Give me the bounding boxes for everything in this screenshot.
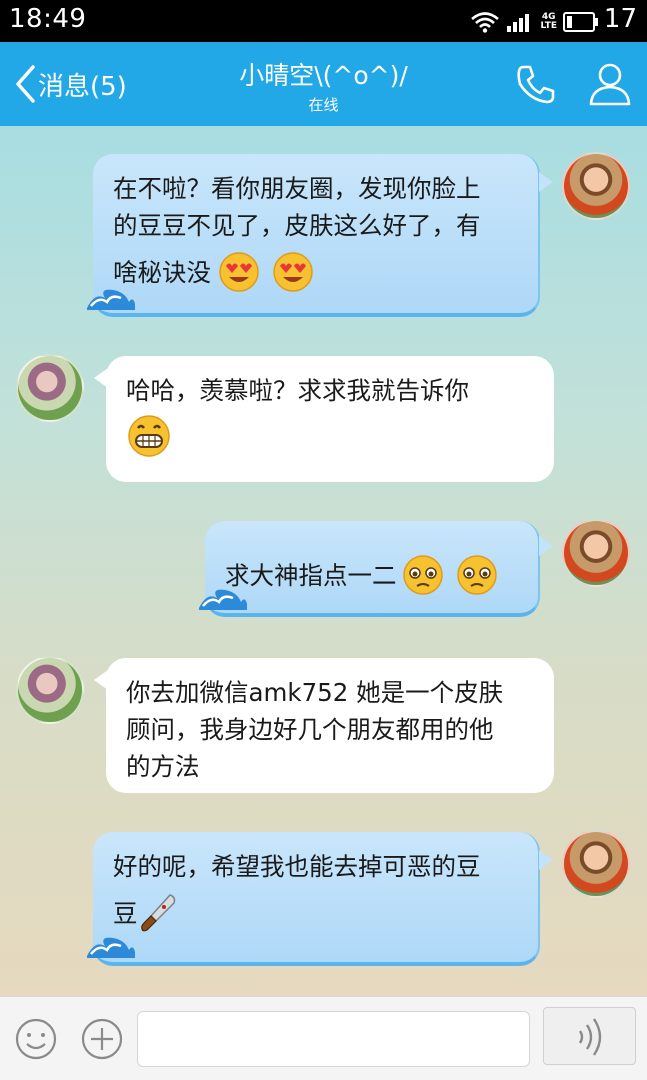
- my-avatar[interactable]: [562, 830, 630, 898]
- grin-emoji: [128, 415, 170, 457]
- chat-area[interactable]: 在不啦？看你朋友圈，发现你脸上 的豆豆不见了，皮肤这么好了，有 啥秘诀没 哈哈，…: [0, 126, 647, 996]
- bubble-tail: [539, 850, 553, 870]
- wave-decoration: [87, 289, 135, 310]
- phone-icon[interactable]: [514, 62, 558, 106]
- battery-icon: [563, 12, 598, 32]
- message-text-line: 豆: [113, 893, 520, 933]
- my-avatar[interactable]: [562, 152, 630, 220]
- signal-icon: [507, 14, 530, 32]
- heart-eyes-emoji: [219, 252, 259, 292]
- battery-level: 17: [603, 4, 637, 34]
- message-text: 在不啦？看你朋友圈，发现你脸上: [113, 174, 481, 203]
- my-avatar[interactable]: [562, 519, 630, 587]
- smile-icon[interactable]: [14, 1017, 58, 1061]
- friend-avatar[interactable]: [16, 354, 84, 422]
- message-text: 求大神指点一二: [225, 560, 397, 590]
- message-text: 哈哈，羡慕啦？求求我就告诉你: [126, 376, 469, 405]
- voice-button[interactable]: [543, 1007, 636, 1065]
- wave-decoration: [87, 937, 135, 958]
- message-bubble-friend[interactable]: 哈哈，羡慕啦？求求我就告诉你: [106, 356, 554, 482]
- bubble-tail: [539, 172, 553, 192]
- message-text: 好的呢，希望我也能去掉可恶的豆: [113, 852, 481, 881]
- wave-decoration: [199, 589, 247, 610]
- status-icons: 4G LTE: [470, 9, 599, 35]
- status-time: 18:49: [9, 4, 87, 34]
- friend-avatar[interactable]: [16, 656, 84, 724]
- bubble-tail: [539, 536, 553, 556]
- message-bubble-friend[interactable]: 你去加微信amk752 她是一个皮肤 顾问，我身边好几个朋友都用的他 的方法: [106, 658, 554, 793]
- message-bubble-mine[interactable]: 求大神指点一二: [205, 521, 540, 617]
- voice-icon: [578, 1018, 602, 1056]
- message-text: 的豆豆不见了，皮肤这么好了，有: [113, 211, 481, 240]
- person-icon[interactable]: [586, 60, 634, 108]
- message-text-line: 啥秘诀没: [113, 250, 520, 294]
- message-input[interactable]: [137, 1011, 530, 1067]
- message-text: 顾问，我身边好几个朋友都用的他: [126, 715, 494, 744]
- pleading-emoji: [456, 555, 497, 595]
- network-type: 4G LTE: [540, 12, 557, 31]
- chat-header: 消息(5) 小晴空\(^o^)/ 在线: [0, 42, 647, 126]
- message-bubble-mine[interactable]: 在不啦？看你朋友圈，发现你脸上 的豆豆不见了，皮肤这么好了，有 啥秘诀没: [93, 154, 540, 317]
- message-text: 的方法: [126, 752, 200, 781]
- plus-icon[interactable]: [80, 1017, 124, 1061]
- heart-eyes-emoji: [273, 252, 313, 292]
- status-bar: 18:49 4G LTE 17: [0, 0, 647, 42]
- wifi-icon: [471, 12, 500, 33]
- pleading-emoji: [402, 555, 443, 595]
- message-text: 你去加微信amk752 她是一个皮肤: [126, 678, 504, 707]
- message-bubble-mine[interactable]: 好的呢，希望我也能去掉可恶的豆 豆: [93, 832, 540, 966]
- knife-emoji: [140, 894, 175, 932]
- input-bar: [0, 996, 647, 1080]
